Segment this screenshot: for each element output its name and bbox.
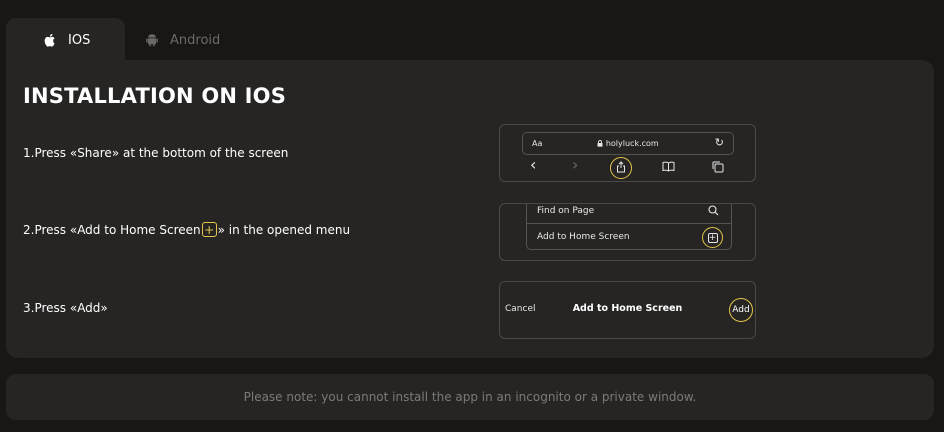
url-bar: Aa holyluck.com ↻ (522, 132, 734, 155)
step-3-text: 3.Press «Add» (23, 301, 108, 315)
lock-icon (597, 139, 606, 148)
apple-icon (42, 32, 58, 48)
share-menu-illustration: Find on Page Add to Home Screen + (499, 203, 756, 261)
page-title: INSTALLATION ON IOS (23, 84, 287, 108)
url-text: holyluck.com (523, 139, 733, 148)
add-to-home-icon: + (201, 222, 217, 237)
tab-ios-label: IOS (68, 32, 91, 48)
add-highlight: Add (729, 298, 753, 322)
reload-icon: ↻ (714, 136, 724, 149)
add-dialog-illustration: Cancel Add to Home Screen Add (499, 281, 756, 339)
incognito-note: Please note: you cannot install the app … (6, 374, 934, 420)
installation-panel: INSTALLATION ON IOS 1.Press «Share» at t… (6, 60, 934, 358)
step-2-text-before: 2.Press «Add to Home Screen (23, 222, 201, 237)
bookmarks-icon (662, 161, 675, 177)
step-3: 3.Press «Add» (23, 301, 108, 315)
step-1-text: 1.Press «Share» at the bottom of the scr… (23, 146, 289, 160)
url-value: holyluck.com (605, 139, 659, 148)
browser-bar-illustration: Aa holyluck.com ↻ ‹ › (499, 124, 756, 182)
add-to-home-label: Add to Home Screen (537, 232, 630, 242)
step-2-text-after: » in the opened menu (217, 222, 351, 237)
menu-item-find: Find on Page (527, 204, 731, 224)
find-on-page-label: Find on Page (537, 205, 595, 216)
android-icon (144, 32, 160, 48)
tab-ios[interactable]: IOS (6, 18, 125, 62)
tabs-icon (712, 161, 724, 178)
note-text: Please note: you cannot install the app … (243, 390, 697, 404)
step-2: 2.Press «Add to Home Screen + » in the o… (23, 222, 350, 237)
share-icon (616, 161, 626, 178)
search-icon (708, 205, 719, 216)
add-to-home-highlight: + (702, 227, 723, 248)
plus-square-icon: + (707, 232, 718, 243)
tab-android-label: Android (170, 32, 221, 48)
back-icon: ‹ (530, 155, 537, 174)
forward-icon: › (572, 155, 579, 174)
browser-toolbar: ‹ › (522, 157, 734, 179)
tab-android[interactable]: Android (140, 18, 250, 62)
share-menu: Find on Page Add to Home Screen + (526, 204, 732, 250)
menu-item-add-to-home: Add to Home Screen + (527, 224, 731, 250)
step-1: 1.Press «Share» at the bottom of the scr… (23, 146, 288, 160)
dialog-title: Add to Home Screen (572, 303, 683, 314)
